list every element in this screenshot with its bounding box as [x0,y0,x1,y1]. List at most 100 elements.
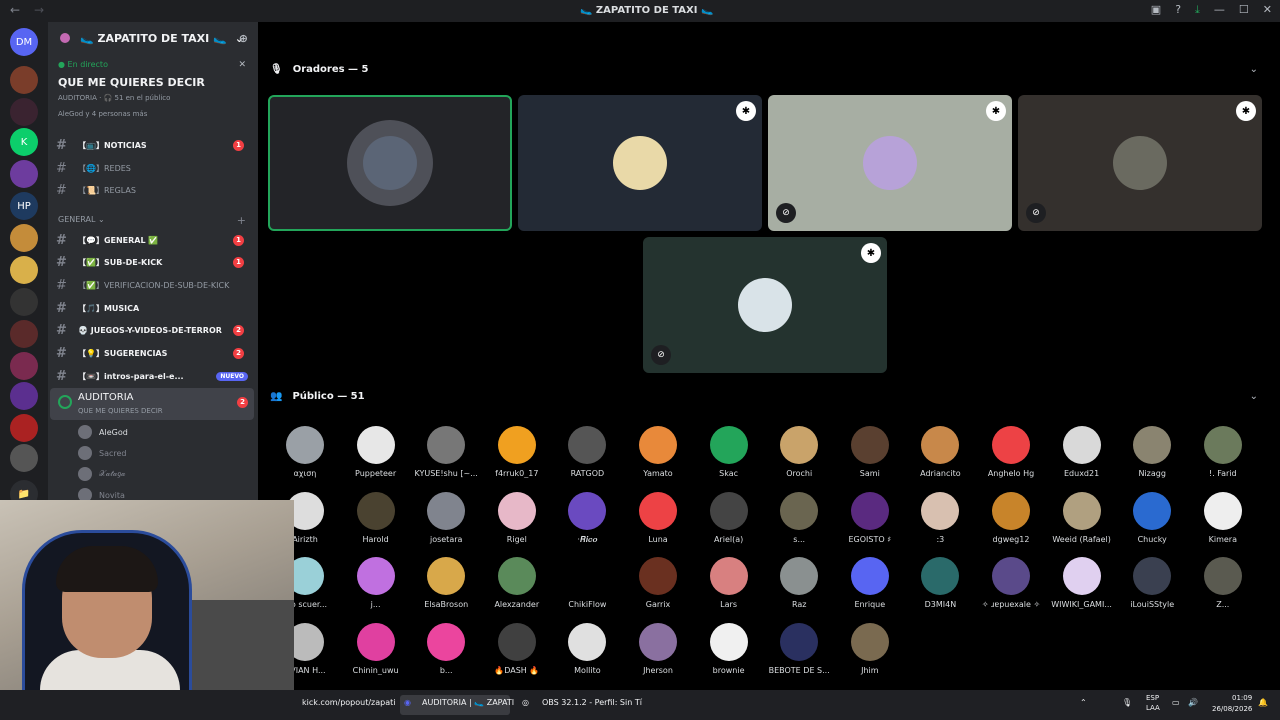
audience-member[interactable]: Jhim [835,622,905,675]
audience-member[interactable]: dgweg12 [976,491,1046,544]
audience-member[interactable]: Enrique [835,557,905,609]
audience-member[interactable]: ChikiFlow [552,557,622,609]
close-icon[interactable]: ✕ [238,60,246,70]
volume-icon[interactable]: 🔊 [1188,698,1198,707]
audience-member[interactable]: Eduxd21 [1047,426,1117,478]
taskbar-discord[interactable]: AUDITORIA | 🥿 ZAPATI [422,698,514,707]
channel-item[interactable]: # 【📼】intros-para-el-e... NUEVO [56,366,252,386]
voice-user[interactable]: AleGod [78,422,128,442]
notifications-icon[interactable]: 🔔 [1258,698,1268,707]
speaker-tile[interactable]: ✱ [518,95,762,231]
inbox-icon[interactable]: ▣ [1151,3,1161,17]
audience-member[interactable]: Jherson [623,622,693,675]
audience-member[interactable]: Orochi [764,426,834,478]
voice-user[interactable]: 𝒳𝒶𝓉𝒶𝑔𝒶 [78,464,126,484]
channel-item[interactable]: # 【📺】NOTICIAS 1 [56,135,252,155]
audience-member[interactable]: Nizagg [1117,426,1187,478]
category-general[interactable]: GENERAL ⌄ [58,215,105,224]
audience-member[interactable]: :3 [905,491,975,544]
server-icon[interactable]: HP [10,192,38,220]
audience-member[interactable]: f4rruk0_17 [482,426,552,478]
back-arrow-icon[interactable]: ← [10,3,20,17]
voice-user[interactable]: Sacred [78,443,127,463]
speaker-tile[interactable]: ✱ ⊘ [643,237,887,373]
collapse-speakers-icon[interactable]: ⌄ [1250,64,1258,75]
audience-member[interactable]: iLouiSStyle [1117,557,1187,609]
audience-member[interactable]: josetara [411,491,481,544]
close-icon[interactable]: ✕ [1263,3,1272,17]
network-icon[interactable]: ▭ [1172,698,1180,707]
audience-member[interactable]: Garrix [623,557,693,609]
audience-member[interactable]: b... [411,622,481,675]
server-icon[interactable] [10,320,38,348]
lang-layout[interactable]: LAA [1146,704,1160,712]
audience-member[interactable]: Alexzander [482,557,552,609]
server-icon[interactable] [10,256,38,284]
audience-member[interactable]: Luna [623,491,693,544]
server-icon[interactable]: DM [10,28,38,56]
server-icon[interactable] [10,98,38,126]
minimize-icon[interactable]: — [1214,3,1225,17]
audience-member[interactable]: ✧ ﻿ɹɐpuexale ✧ [976,557,1046,609]
audience-member[interactable]: Lars [694,557,764,609]
guild-header[interactable]: 🥿 ZAPATITO DE TAXI 🥿 ⌄ ⊕ [48,22,258,54]
server-icon[interactable] [10,160,38,188]
channel-item[interactable]: # 【💬】GENERAL ✅ 1 [56,230,252,250]
server-icon[interactable] [10,66,38,94]
audience-member[interactable]: Mollito [552,622,622,675]
audience-member[interactable]: Sami [835,426,905,478]
taskbar-browser[interactable]: kick.com/popout/zapati [302,698,396,707]
audience-member[interactable]: Chucky [1117,491,1187,544]
audience-member[interactable]: 🔥DASH 🔥 [482,622,552,675]
channel-item[interactable]: # 【✅】VERIFICACION-DE-SUB-DE-KICK [56,275,252,295]
audience-member[interactable]: Adriancito [905,426,975,478]
audience-member[interactable]: KYUSE!shu [~... [411,426,481,478]
channel-item[interactable]: # 【🌐】REDES [56,158,252,178]
audience-member[interactable]: Raz [764,557,834,609]
server-icon[interactable] [10,444,38,472]
download-icon[interactable]: ⤓ [1195,3,1200,17]
mic-tray-icon[interactable]: 🎙 [1122,698,1132,707]
taskbar-obs[interactable]: OBS 32.1.2 - Perfil: Sin Tí [542,698,642,707]
audience-member[interactable]: EGOISTO ♯ [835,491,905,544]
tray-chevron-icon[interactable]: ⌃ [1080,698,1087,707]
server-icon[interactable] [10,352,38,380]
audience-member[interactable]: Kimera [1188,491,1258,544]
help-icon[interactable]: ? [1175,3,1181,17]
audience-member[interactable]: ElsaBroson [411,557,481,609]
audience-member[interactable]: Harold [341,491,411,544]
audience-member[interactable]: Z... [1188,557,1258,609]
audience-member[interactable]: Skac [694,426,764,478]
server-icon[interactable] [10,414,38,442]
channel-item[interactable]: # 【🎵】MUSICA [56,298,252,318]
maximize-icon[interactable]: ☐ [1239,3,1249,17]
add-friend-icon[interactable]: ⊕ [239,32,248,45]
audience-member[interactable]: Puppeteer [341,426,411,478]
server-icon[interactable] [10,382,38,410]
live-stage-card[interactable]: ● En directo QUE ME QUIERES DECIR AUDITO… [48,54,258,146]
channel-item[interactable]: # 【✅】SUB-DE-KICK 1 [56,252,252,272]
audience-member[interactable]: D3MI4N [905,557,975,609]
audience-member[interactable]: RATGOD [552,426,622,478]
audience-member[interactable]: ·𝑹𝒊𝒄𝒐 [552,491,622,545]
forward-arrow-icon[interactable]: → [34,3,44,17]
audience-member[interactable]: s... [764,491,834,544]
voice-channel-auditoria[interactable]: AUDITORIA QUE ME QUIERES DECIR 2 [50,388,254,420]
speaker-tile[interactable] [268,95,512,231]
audience-member[interactable]: BEBOTE DE S... [764,622,834,675]
lang-indicator[interactable]: ESP [1146,694,1159,702]
audience-member[interactable]: !. Farid [1188,426,1258,478]
channel-item[interactable]: # 💀 JUEGOS-Y-VIDEOS-DE-TERROR 2 [56,320,252,340]
speaker-tile[interactable]: ✱ ⊘ [1018,95,1262,231]
audience-member[interactable]: Weeid (Rafael) [1047,491,1117,544]
clock-date[interactable]: 26/08/2026 [1212,705,1252,713]
speaker-tile[interactable]: ✱ ⊘ [768,95,1012,231]
audience-member[interactable]: Chinin_uwu [341,622,411,675]
audience-member[interactable]: αχιση [270,426,340,478]
server-icon[interactable] [10,288,38,316]
audience-member[interactable]: brownie [694,622,764,675]
server-icon[interactable]: K [10,128,38,156]
server-icon[interactable] [10,224,38,252]
audience-member[interactable]: Rigel [482,491,552,544]
audience-member[interactable]: Anghelo Hg [976,426,1046,478]
